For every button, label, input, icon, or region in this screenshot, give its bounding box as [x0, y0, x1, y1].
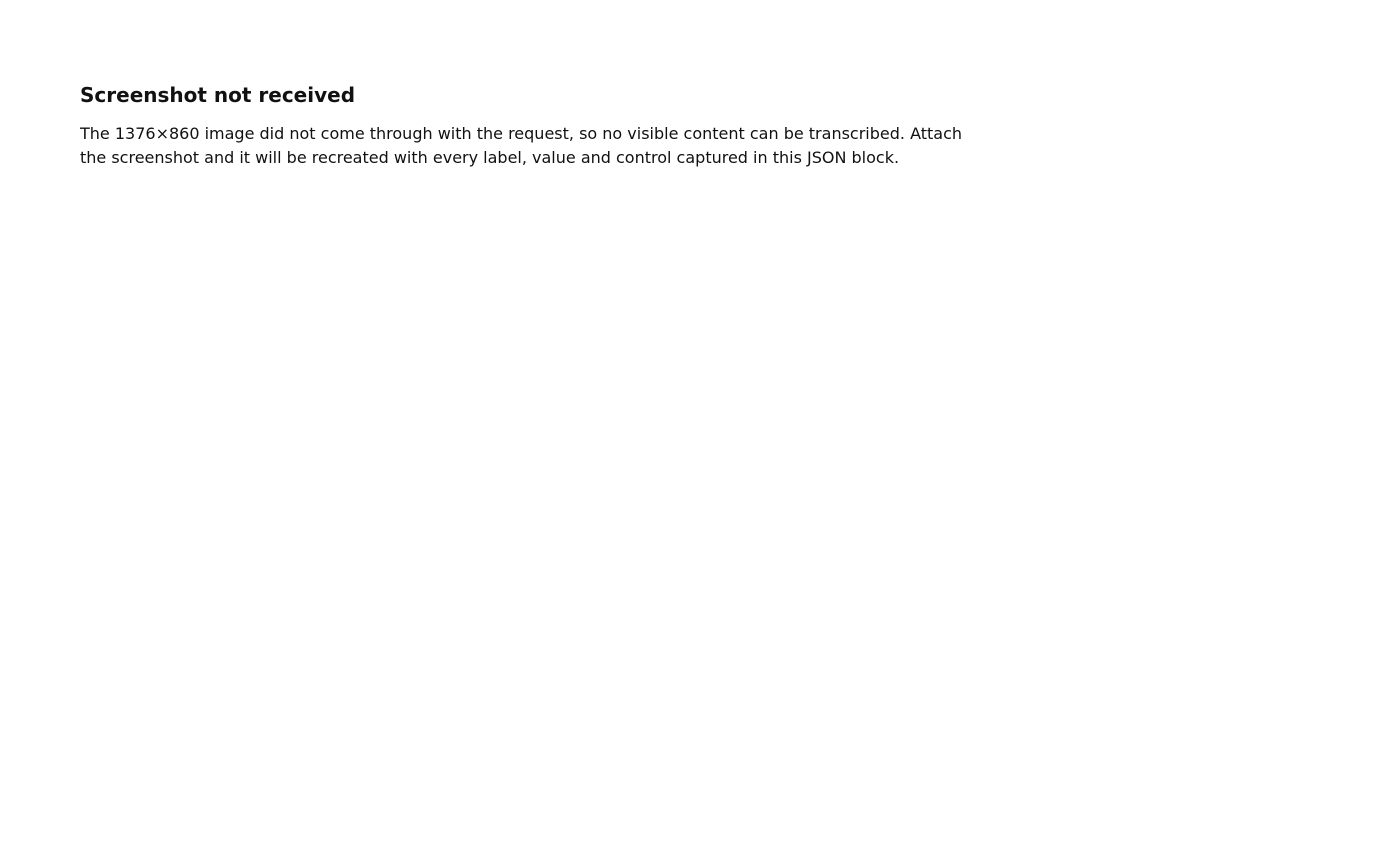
notice-body: The 1376×860 image did not come through … [80, 124, 963, 167]
notice-panel: Screenshot not received The 1376×860 ima… [80, 80, 980, 170]
notice-title: Screenshot not received [80, 83, 356, 107]
